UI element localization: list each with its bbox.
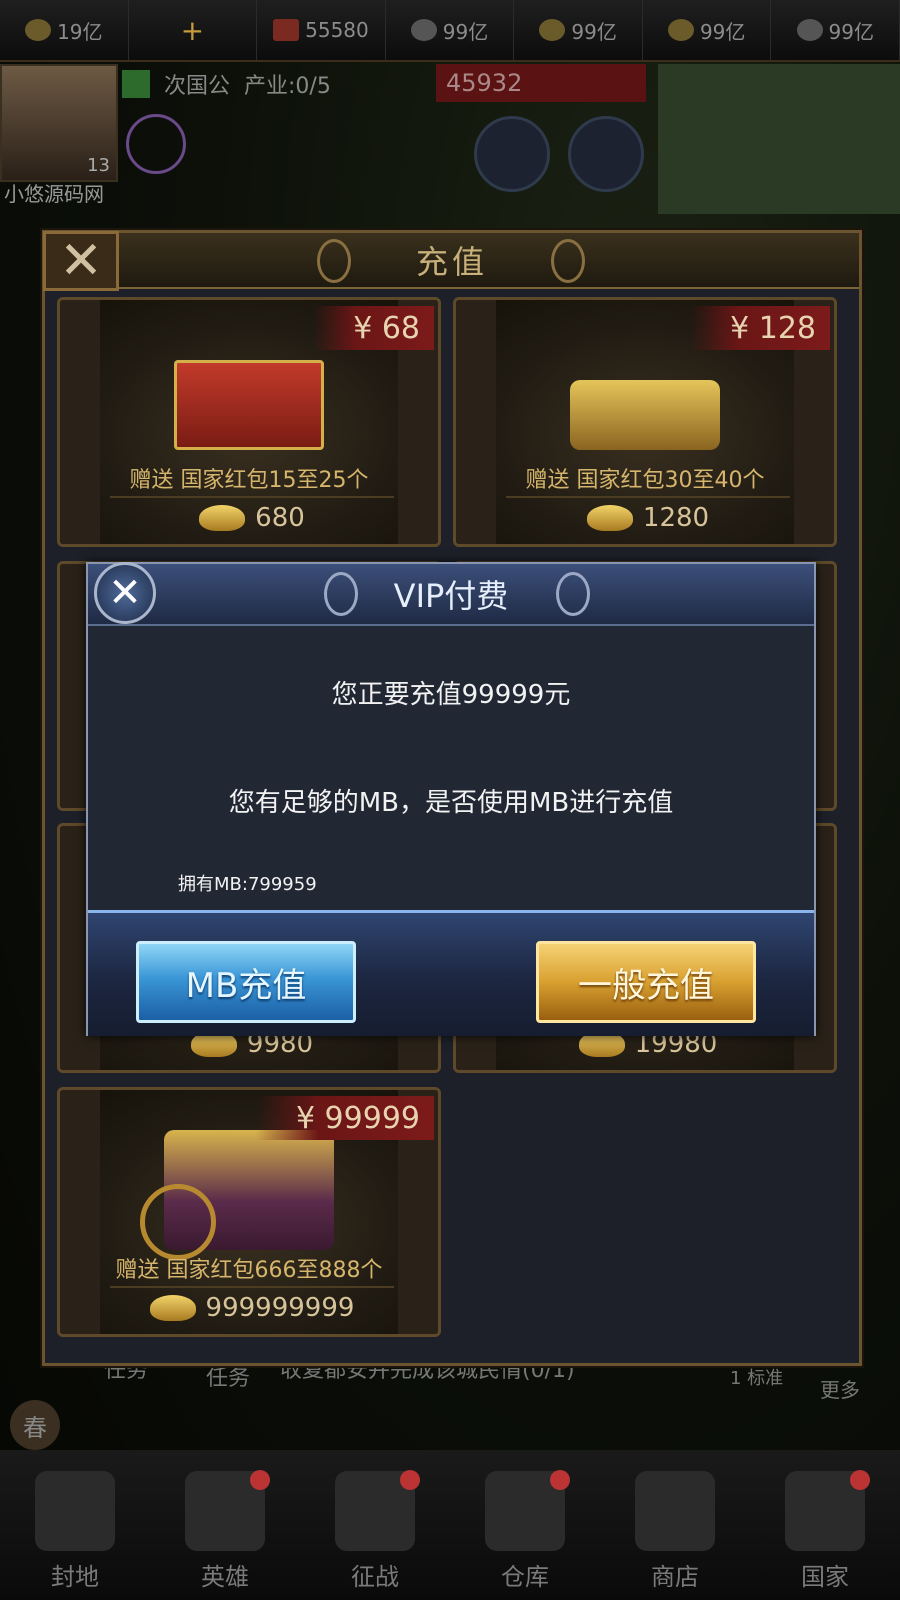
mb-recharge-button[interactable]: MB充值 <box>136 941 356 1023</box>
dialog-header: VIP付费 <box>88 564 814 626</box>
dialog-title: VIP付费 <box>393 577 509 615</box>
normal-recharge-button[interactable]: 一般充值 <box>536 941 756 1023</box>
dialog-close-button[interactable]: ✕ <box>94 562 156 624</box>
dialog-footer: MB充值 一般充值 <box>88 910 814 1036</box>
ornament-icon <box>324 572 358 616</box>
vip-payment-dialog: VIP付费 ✕ 您正要充值99999元 您有足够的MB，是否使用MB进行充值 拥… <box>86 562 816 1036</box>
dialog-overlay: VIP付费 ✕ 您正要充值99999元 您有足够的MB，是否使用MB进行充值 拥… <box>0 0 900 1600</box>
mb-balance: 拥有MB:799959 <box>178 874 317 895</box>
ornament-icon <box>556 572 590 616</box>
close-icon: ✕ <box>108 570 142 616</box>
mb-confirm-message: 您有足够的MB，是否使用MB进行充值 <box>228 788 674 818</box>
recharge-amount-message: 您正要充值99999元 <box>331 680 571 710</box>
